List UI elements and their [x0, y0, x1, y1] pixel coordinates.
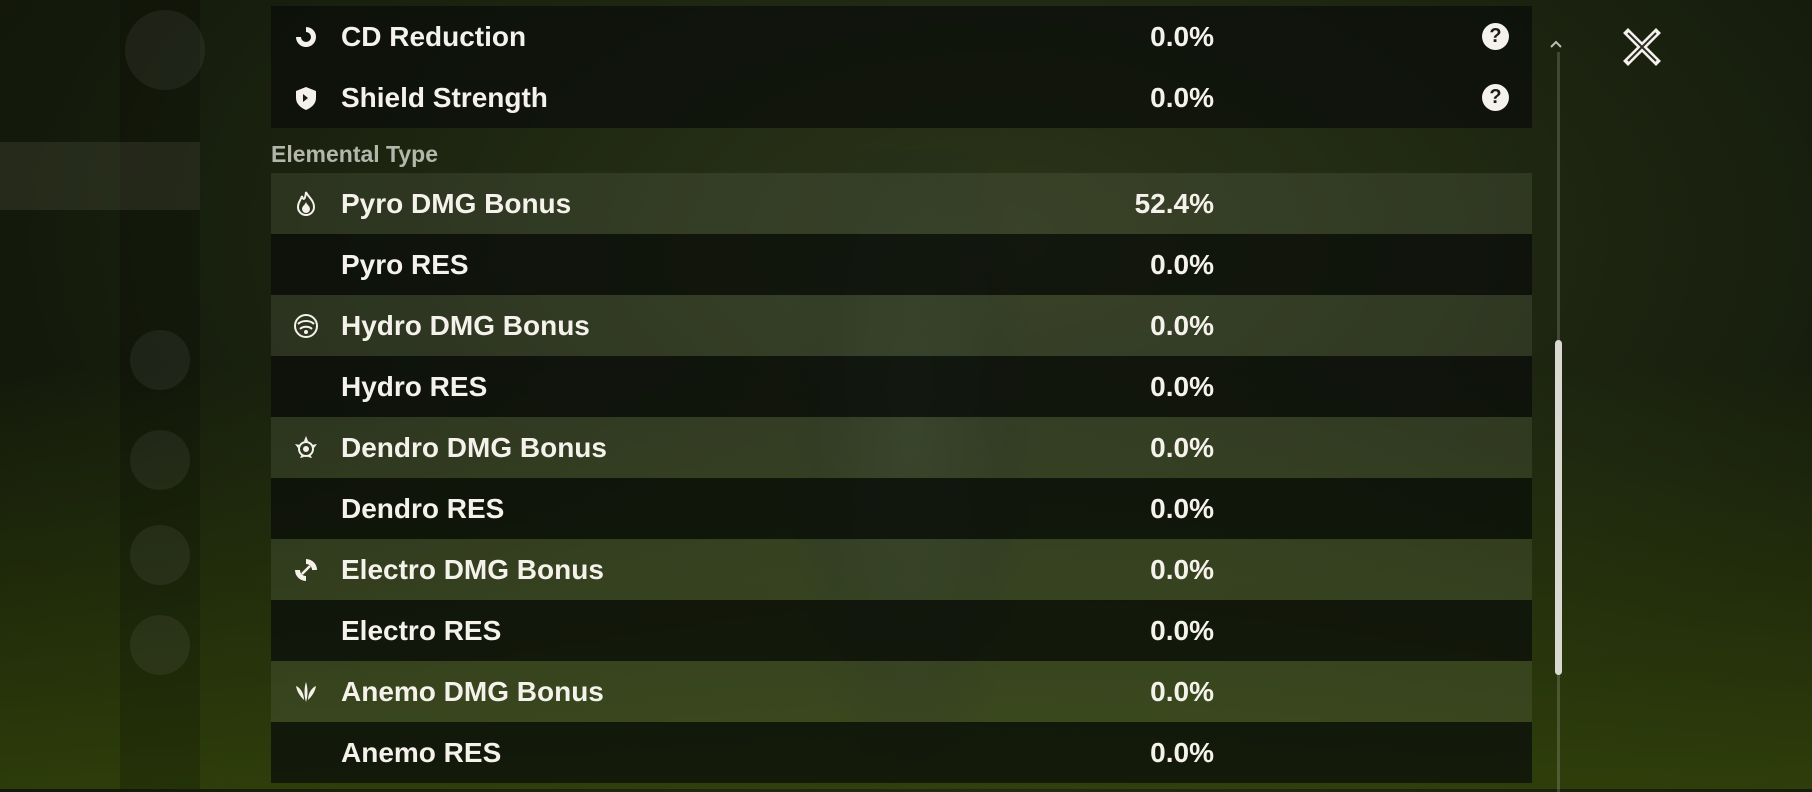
stat-row-electro-res: Electro RES 0.0%: [271, 600, 1532, 661]
attributes-details-panel[interactable]: CD Reduction 0.0% ? Shield Strength 0.0%…: [271, 0, 1532, 789]
scrollbar-thumb[interactable]: [1555, 340, 1562, 675]
stat-value: 0.0%: [1150, 554, 1214, 585]
background-avatar: [130, 615, 190, 675]
background-avatar: [125, 10, 205, 90]
stat-value: 0.0%: [1150, 432, 1214, 463]
stat-row-pyro-res: Pyro RES 0.0%: [271, 234, 1532, 295]
dendro-icon: [291, 433, 321, 463]
help-icon[interactable]: ?: [1482, 23, 1509, 50]
stat-label: Anemo DMG Bonus: [341, 676, 604, 707]
close-icon[interactable]: [1622, 27, 1662, 67]
stat-row-shield-strength: Shield Strength 0.0% ?: [271, 67, 1532, 128]
stat-label: Anemo RES: [341, 737, 502, 768]
stat-row-hydro-res: Hydro RES 0.0%: [271, 356, 1532, 417]
shield-icon: [291, 83, 321, 113]
stat-label: Hydro RES: [341, 371, 488, 402]
electro-icon: [291, 555, 321, 585]
stat-label: Dendro RES: [341, 493, 505, 524]
stat-value: 0.0%: [1150, 21, 1214, 52]
stat-label: Pyro RES: [341, 249, 469, 280]
anemo-icon: [291, 677, 321, 707]
stat-label: Pyro DMG Bonus: [341, 188, 572, 219]
stat-value: 0.0%: [1150, 82, 1214, 113]
stat-value: 0.0%: [1150, 676, 1214, 707]
stat-row-hydro-dmg-bonus: Hydro DMG Bonus 0.0%: [271, 295, 1532, 356]
stat-row-pyro-dmg-bonus: Pyro DMG Bonus 52.4%: [271, 173, 1532, 234]
stat-value: 0.0%: [1150, 371, 1214, 402]
pyro-icon: [291, 189, 321, 219]
stat-row-anemo-res: Anemo RES 0.0%: [271, 722, 1532, 783]
cd-reduction-icon: [291, 22, 321, 52]
stat-value: 0.0%: [1150, 493, 1214, 524]
stat-label: Shield Strength: [341, 82, 548, 113]
stat-value: 0.0%: [1150, 310, 1214, 341]
stat-label: Dendro DMG Bonus: [341, 432, 607, 463]
background-selected-tab: [0, 142, 200, 210]
stat-value: 0.0%: [1150, 615, 1214, 646]
background-avatar: [130, 330, 190, 390]
background-avatar: [130, 525, 190, 585]
stat-label: Electro DMG Bonus: [341, 554, 604, 585]
stat-row-dendro-res: Dendro RES 0.0%: [271, 478, 1532, 539]
background-avatar: [130, 430, 190, 490]
stat-label: Electro RES: [341, 615, 502, 646]
stat-row-electro-dmg-bonus: Electro DMG Bonus 0.0%: [271, 539, 1532, 600]
section-title-elemental-type: Elemental Type: [271, 141, 439, 167]
stat-value: 0.0%: [1150, 737, 1214, 768]
stat-row-anemo-dmg-bonus: Anemo DMG Bonus 0.0%: [271, 661, 1532, 722]
stat-row-cd-reduction: CD Reduction 0.0% ?: [271, 6, 1532, 67]
hydro-icon: [291, 311, 321, 341]
help-icon[interactable]: ?: [1482, 84, 1509, 111]
stat-value: 0.0%: [1150, 249, 1214, 280]
stat-label: CD Reduction: [341, 21, 527, 52]
scroll-up-icon[interactable]: [1548, 36, 1564, 52]
stat-row-dendro-dmg-bonus: Dendro DMG Bonus 0.0%: [271, 417, 1532, 478]
stat-value: 52.4%: [1134, 188, 1214, 219]
stat-label: Hydro DMG Bonus: [341, 310, 590, 341]
